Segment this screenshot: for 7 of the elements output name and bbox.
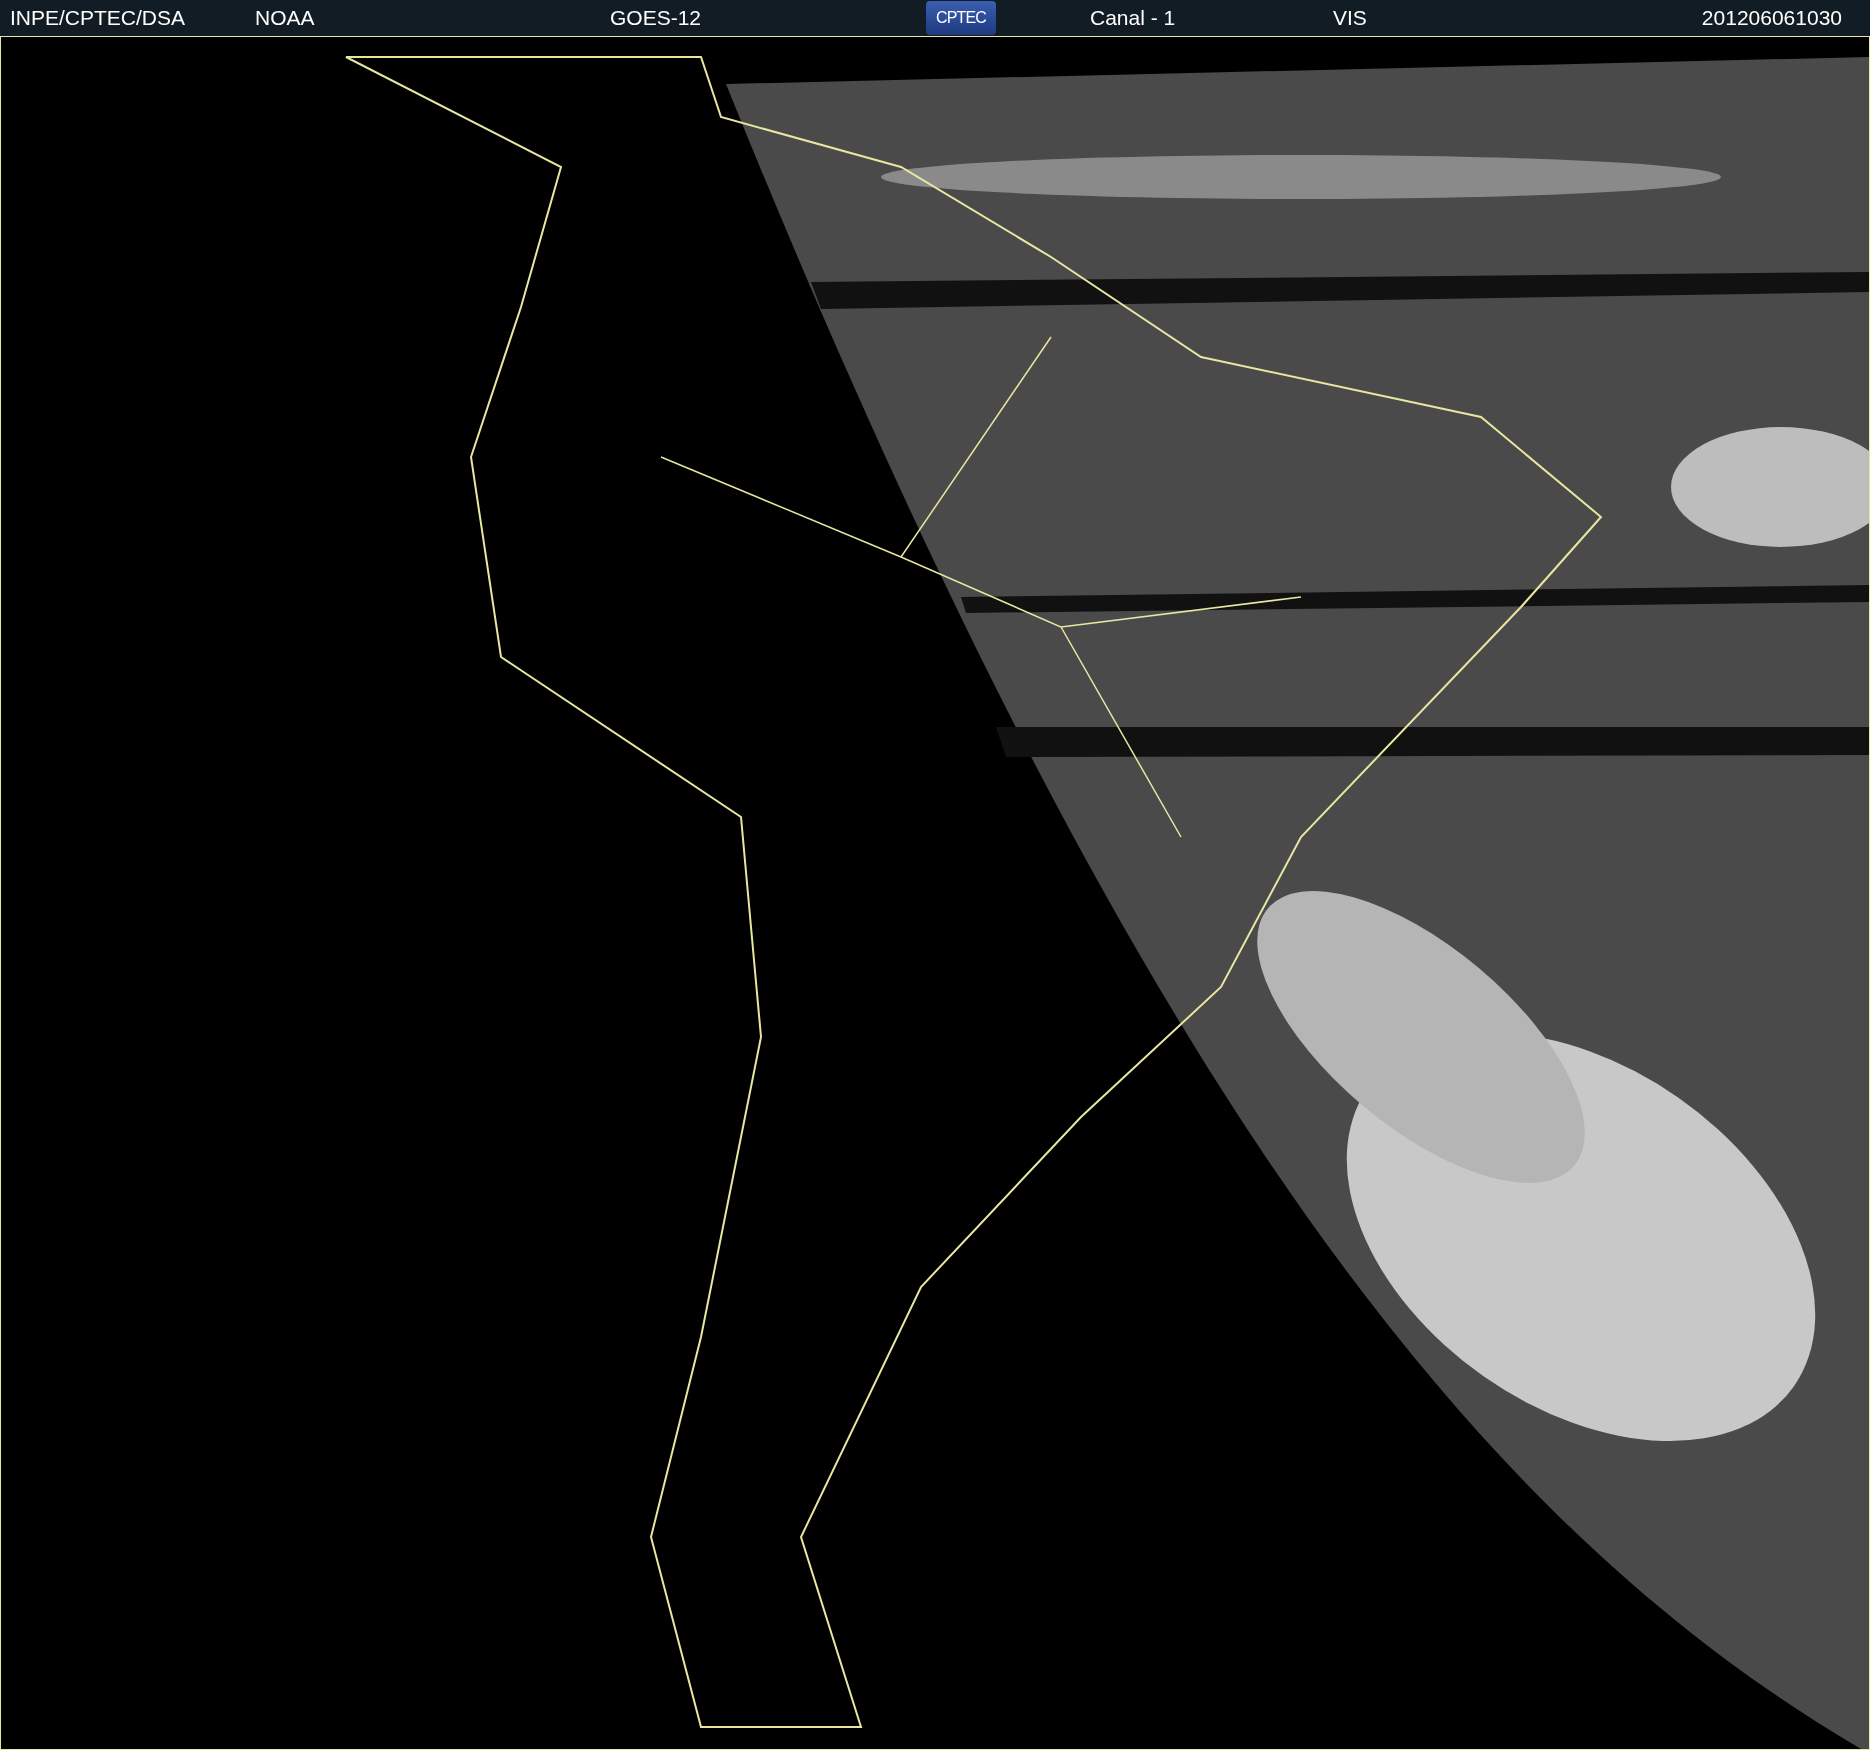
header-label: 201206061030: [1701, 5, 1842, 32]
header-label: VIS: [1333, 5, 1367, 32]
header-label: INPE/CPTEC/DSA: [10, 5, 186, 32]
header-label: GOES-12: [610, 5, 702, 32]
header-label: NOAA: [255, 5, 315, 32]
cptec-logo: CPTEC: [926, 1, 996, 35]
header-label: Canal - 1: [1090, 5, 1176, 32]
